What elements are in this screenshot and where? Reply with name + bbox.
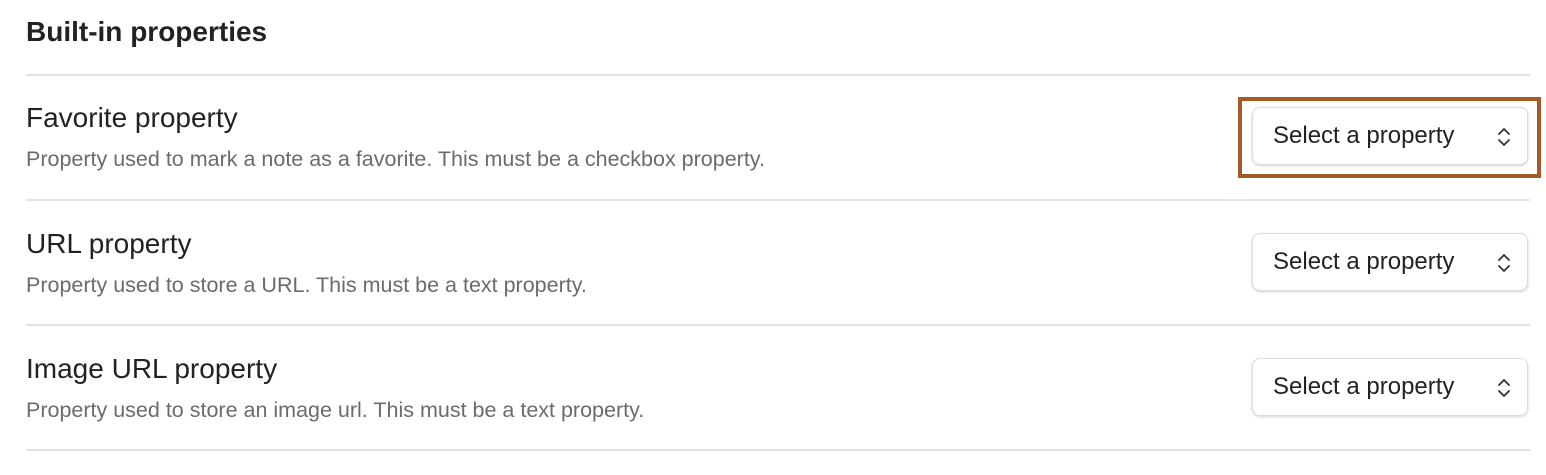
url-property-description: Property used to store a URL. This must … — [26, 273, 587, 297]
chevron-up-down-icon — [1498, 128, 1510, 146]
image-url-property-row: Image URL property Property used to stor… — [26, 351, 1530, 475]
favorite-property-label: Favorite property — [26, 102, 238, 133]
image-url-property-label: Image URL property — [26, 353, 278, 384]
url-property-label: URL property — [26, 228, 192, 259]
divider — [26, 199, 1530, 201]
chevron-up-down-icon — [1498, 379, 1510, 397]
favorite-property-select-value: Select a property — [1273, 122, 1455, 149]
url-property-select[interactable]: Select a property — [1252, 233, 1528, 291]
divider — [26, 449, 1530, 451]
divider — [26, 324, 1530, 326]
url-property-row: URL property Property used to store a UR… — [26, 226, 1530, 350]
divider — [26, 74, 1530, 76]
image-url-property-description: Property used to store an image url. Thi… — [26, 398, 645, 422]
favorite-property-select[interactable]: Select a property — [1252, 107, 1528, 165]
chevron-up-down-icon — [1498, 254, 1510, 272]
favorite-property-row: Favorite property Property used to mark … — [26, 100, 1530, 224]
url-property-select-value: Select a property — [1273, 248, 1455, 275]
image-url-property-select[interactable]: Select a property — [1252, 358, 1528, 416]
image-url-property-select-value: Select a property — [1273, 373, 1455, 400]
section-title: Built-in properties — [26, 16, 268, 47]
favorite-property-description: Property used to mark a note as a favori… — [26, 147, 765, 171]
